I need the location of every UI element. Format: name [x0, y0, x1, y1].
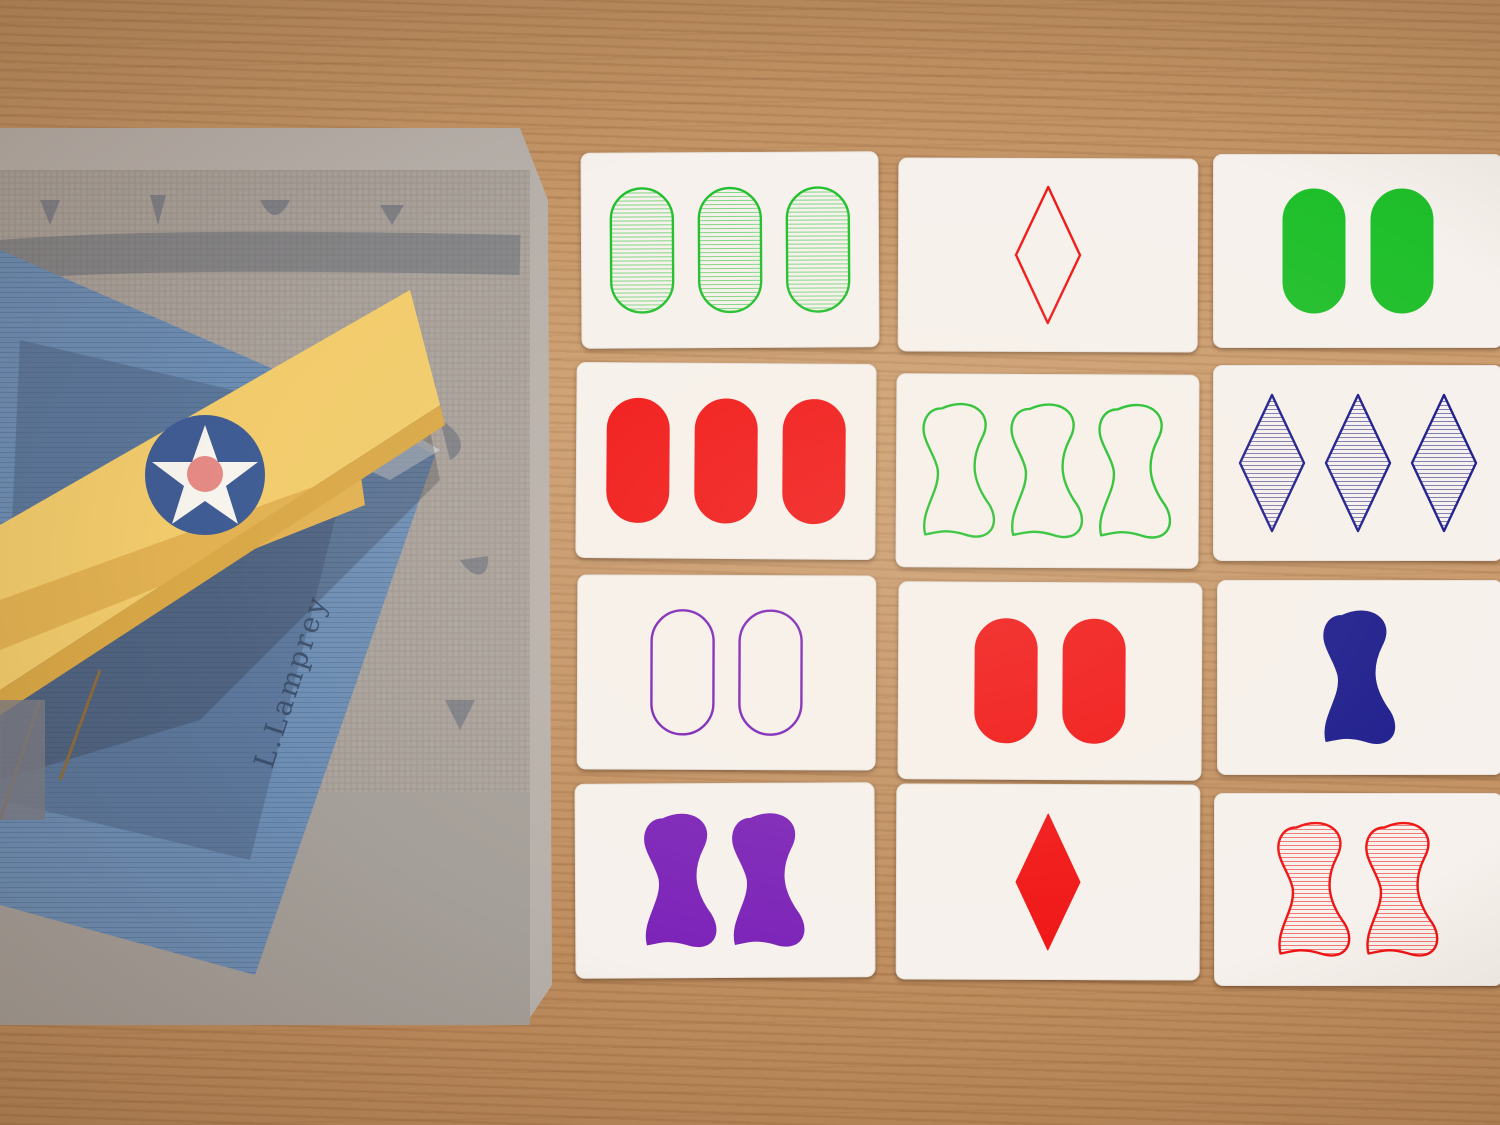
set-card[interactable] — [895, 373, 1200, 569]
set-card[interactable] — [1213, 154, 1500, 348]
set-card[interactable] — [1217, 580, 1500, 775]
set-card[interactable] — [897, 581, 1203, 781]
set-card[interactable] — [1213, 365, 1500, 561]
oval-symbol — [609, 187, 675, 314]
oval-symbol — [782, 399, 846, 525]
set-card[interactable] — [895, 783, 1201, 981]
squiggle-symbol — [1277, 821, 1351, 957]
oval-symbol — [694, 398, 758, 524]
oval-symbol — [697, 186, 763, 314]
squiggle-symbol — [922, 402, 996, 538]
squiggle-symbol — [1365, 821, 1439, 957]
set-card[interactable] — [575, 361, 877, 561]
squiggle-symbol — [1010, 403, 1084, 539]
squiggle-symbol — [644, 813, 717, 947]
oval-symbol — [1282, 188, 1346, 314]
oval-symbol — [606, 397, 670, 523]
set-card[interactable] — [897, 157, 1199, 353]
set-card[interactable] — [1214, 793, 1500, 986]
squiggle-symbol — [1323, 610, 1396, 744]
squiggle-symbol — [1098, 403, 1172, 539]
set-card[interactable] — [580, 151, 880, 349]
diamond-symbol — [1410, 393, 1478, 533]
oval-symbol — [1062, 618, 1126, 744]
squiggle-symbol — [732, 813, 805, 947]
diamond-symbol — [1238, 393, 1306, 533]
oval-symbol — [650, 609, 715, 736]
oval-symbol — [738, 609, 803, 736]
set-card-board — [0, 0, 1500, 1125]
diamond-symbol — [1324, 393, 1392, 533]
set-card[interactable] — [574, 782, 876, 979]
diamond-symbol — [1015, 813, 1081, 951]
oval-symbol — [974, 618, 1038, 744]
oval-symbol — [785, 186, 851, 313]
set-card[interactable] — [576, 574, 877, 771]
diamond-symbol — [1014, 185, 1082, 325]
oval-symbol — [1370, 188, 1434, 314]
